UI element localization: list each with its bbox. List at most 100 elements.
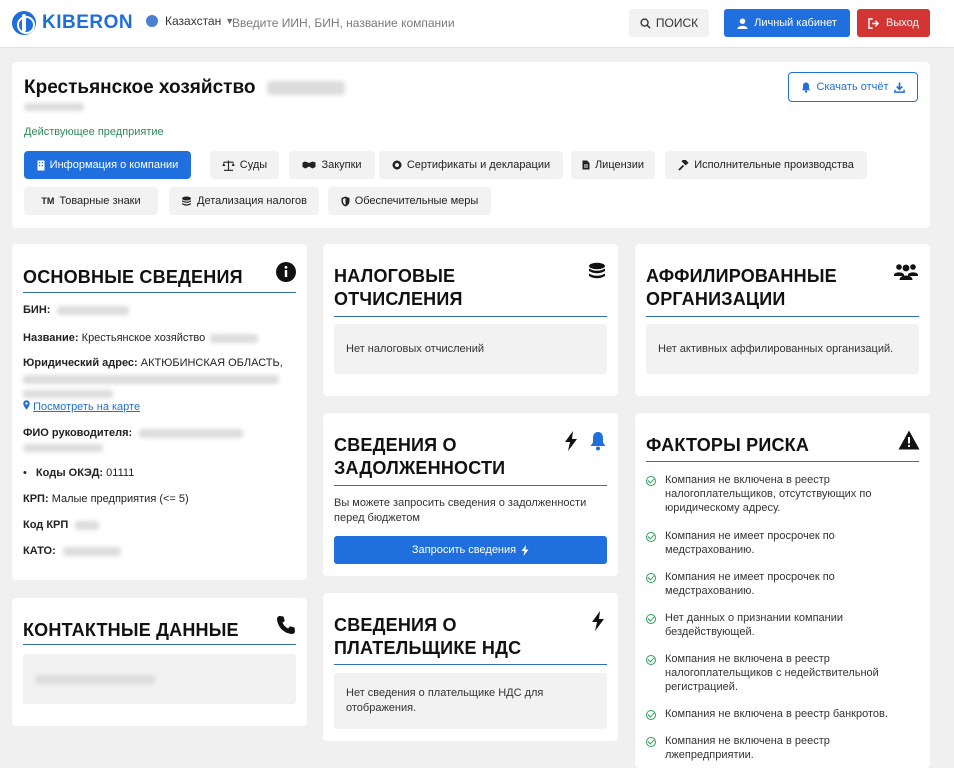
kato-row: КАТО:: [23, 544, 121, 559]
debt-title-line-2: ЗАДОЛЖЕННОСТИ: [334, 458, 506, 478]
tab-enforcement[interactable]: Исполнительные производства: [665, 151, 867, 179]
oked-value: 01111: [106, 467, 135, 479]
risk-item-text: Компания не имеет просрочек по медстрахо…: [665, 571, 835, 597]
tab-label: Сертификаты и декларации: [406, 159, 551, 171]
coins-icon: [589, 262, 605, 279]
basic-info-title: ОСНОВНЫЕ СВЕДЕНИЯ: [23, 267, 243, 287]
krp-code-label: Код КРП: [23, 519, 69, 531]
bin-label: БИН:: [23, 304, 51, 316]
request-info-button[interactable]: Запросить сведения: [334, 536, 607, 564]
company-title-text: Крестьянское хозяйство: [24, 77, 256, 98]
globe-icon: [146, 15, 158, 27]
tab-courts[interactable]: Суды: [210, 151, 279, 179]
divider: [23, 292, 296, 293]
bolt-icon: [592, 611, 604, 631]
affiliated-title-line-2: ОРГАНИЗАЦИИ: [646, 289, 786, 309]
tab-label: Товарные знаки: [59, 195, 141, 207]
map-pin-icon: [23, 400, 30, 410]
name-row: Название: Крестьянское хозяйство: [23, 331, 259, 346]
handshake-icon: [302, 161, 316, 169]
map-link-row[interactable]: Посмотреть на карте: [23, 400, 140, 415]
bell-icon: [802, 82, 811, 93]
logo[interactable]: KIBERON: [12, 11, 133, 35]
tax-title-line-1: НАЛОГОВЫЕ: [334, 266, 456, 286]
tab-trademarks[interactable]: TM Товарные знаки: [24, 187, 158, 215]
oked-row: • Коды ОКЭД: 01111: [23, 466, 134, 481]
contacts-title: КОНТАКТНЫЕ ДАННЫЕ: [23, 620, 239, 640]
trademark-icon: TM: [41, 196, 55, 206]
info-circle-icon: [276, 262, 296, 282]
redacted-name-value: [210, 333, 259, 343]
redacted-name: [266, 80, 345, 95]
tab-tax-details[interactable]: Детализация налогов: [169, 187, 319, 215]
risk-item: Нет данных о признании компании бездейст…: [646, 611, 904, 639]
tab-company-info[interactable]: Информация о компании: [24, 151, 191, 179]
risk-panel: ФАКТОРЫ РИСКА Компания не включена в рее…: [635, 413, 930, 768]
divider: [334, 664, 607, 665]
gavel-icon: [678, 159, 689, 171]
coins-icon: [182, 196, 191, 206]
head-label: ФИО руководителя:: [23, 427, 133, 439]
bullet: •: [23, 467, 27, 479]
vat-title-line-2: ПЛАТЕЛЬЩИКЕ НДС: [334, 638, 522, 658]
tab-purchases[interactable]: Закупки: [289, 151, 375, 179]
redacted-bin: [57, 305, 130, 315]
debt-title: СВЕДЕНИЯ О ЗАДОЛЖЕННОСТИ: [334, 434, 505, 480]
oked-label: Коды ОКЭД:: [35, 467, 104, 479]
redacted-kato: [62, 546, 121, 556]
kato-label: КАТО:: [23, 545, 56, 557]
affiliated-title-line-1: АФФИЛИРОВАННЫЕ: [646, 266, 837, 286]
affiliated-panel: АФФИЛИРОВАННЫЕ ОРГАНИЗАЦИИ Нет активных …: [635, 244, 930, 396]
search-button-label: ПОИСК: [655, 16, 699, 30]
risk-item: Компания не имеет просрочек по медстрахо…: [646, 529, 904, 557]
affiliated-title: АФФИЛИРОВАННЫЕ ОРГАНИЗАЦИИ: [646, 265, 837, 311]
risk-title: ФАКТОРЫ РИСКА: [646, 435, 810, 455]
bell-icon: [590, 432, 606, 451]
tab-licenses[interactable]: Лицензии: [571, 151, 655, 179]
download-report-button[interactable]: Скачать отчёт: [788, 72, 918, 102]
divider: [646, 461, 919, 462]
risk-item-text: Компания не включена в реестр лжепредпри…: [665, 735, 830, 761]
tab-label: Закупки: [321, 159, 362, 171]
vat-title-line-1: СВЕДЕНИЯ О: [334, 615, 457, 635]
tab-certificates[interactable]: Сертификаты и декларации: [379, 151, 563, 179]
building-icon: [37, 160, 45, 170]
tax-panel: НАЛОГОВЫЕ ОТЧИСЛЕНИЯ Нет налоговых отчис…: [323, 244, 618, 396]
risk-item: Компания не включена в реестр банкротов.: [646, 707, 904, 721]
cabinet-button-label: Личный кабинет: [754, 17, 837, 29]
view-on-map-link[interactable]: Посмотреть на карте: [33, 401, 140, 413]
search-button[interactable]: ПОИСК: [629, 9, 709, 37]
debt-panel: СВЕДЕНИЯ О ЗАДОЛЖЕННОСТИ Вы можете запро…: [323, 413, 618, 576]
tab-label: Лицензии: [594, 159, 645, 171]
tab-label: Информация о компании: [49, 159, 179, 171]
request-info-label: Запросить сведения: [411, 544, 517, 556]
search-input[interactable]: [232, 12, 622, 34]
name-value: Крестьянское хозяйство: [81, 332, 206, 344]
risk-item-text: Нет данных о признании компании бездейст…: [665, 612, 844, 638]
company-title: Крестьянское хозяйство: [24, 77, 345, 99]
debt-text: Вы можете запросить сведения о задолженн…: [334, 497, 587, 524]
risk-item: Компания не включена в реестр лжепредпри…: [646, 734, 904, 762]
tax-empty-box: Нет налоговых отчислений: [334, 324, 607, 374]
country-select[interactable]: Казахстан ▼: [146, 14, 234, 28]
risk-item: Компания не включена в реестр налогоплат…: [646, 473, 904, 515]
company-card: Крестьянское хозяйство Действующее предп…: [12, 62, 930, 228]
affiliated-empty-box: Нет активных аффилированных организаций.: [646, 324, 919, 374]
exit-button[interactable]: Выход: [857, 9, 930, 37]
address-row: Юридический адрес: АКТЮБИНСКАЯ ОБЛАСТЬ,: [23, 356, 283, 371]
contacts-empty-box: [23, 654, 296, 704]
country-label: Казахстан: [165, 14, 222, 28]
krp-label: КРП:: [23, 493, 49, 505]
head-row: ФИО руководителя:: [23, 426, 244, 456]
redacted-contacts: [35, 674, 155, 684]
krp-row: КРП: Малые предприятия (<= 5): [23, 492, 189, 507]
tab-security-measures[interactable]: Обеспечительные меры: [328, 187, 491, 215]
risk-item-text: Компания не имеет просрочек по медстрахо…: [665, 530, 835, 556]
name-label: Название:: [23, 332, 79, 344]
risk-item: Компания не включена в реестр налогоплат…: [646, 652, 904, 694]
company-status: Действующее предприятие: [24, 126, 164, 138]
bolt-icon: [521, 544, 529, 556]
logo-icon: [12, 11, 36, 35]
risk-item: Компания не имеет просрочек по медстрахо…: [646, 570, 904, 598]
cabinet-button[interactable]: Личный кабинет: [724, 9, 850, 37]
